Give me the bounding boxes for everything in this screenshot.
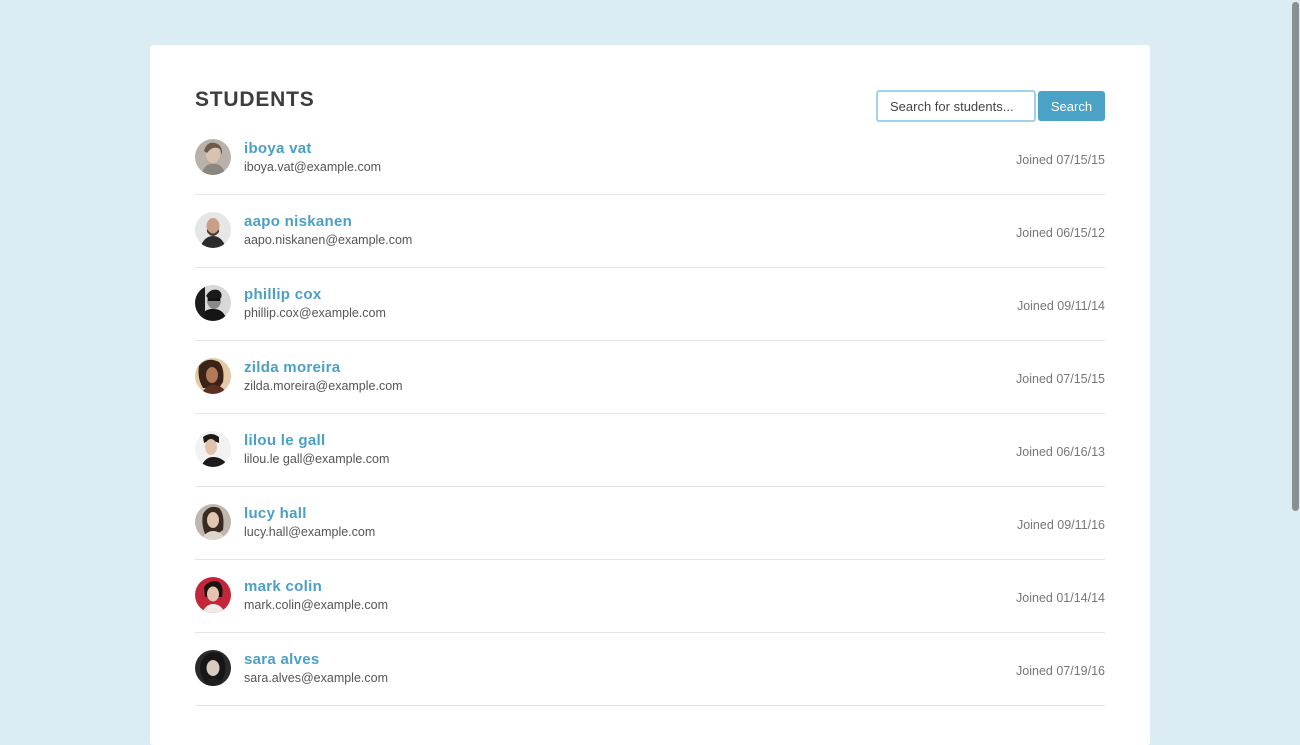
student-avatar	[195, 504, 231, 540]
joined-date: Joined 01/14/14	[1016, 591, 1105, 605]
student-row: mark colin mark.colin@example.com Joined…	[195, 560, 1105, 633]
student-avatar	[195, 212, 231, 248]
student-avatar	[195, 577, 231, 613]
student-email: lilou.le gall@example.com	[244, 452, 390, 466]
student-email: phillip.cox@example.com	[244, 306, 386, 320]
student-row: zilda moreira zilda.moreira@example.com …	[195, 341, 1105, 414]
student-list: iboya vat iboya.vat@example.com Joined 0…	[195, 122, 1105, 706]
student-email: iboya.vat@example.com	[244, 160, 382, 174]
student-row: lucy hall lucy.hall@example.com Joined 0…	[195, 487, 1105, 560]
page-title: STUDENTS	[195, 88, 315, 111]
student-avatar	[195, 139, 231, 175]
joined-date: Joined 09/11/16	[1016, 518, 1105, 532]
joined-date: Joined 06/15/12	[1016, 226, 1105, 240]
joined-date: Joined 07/19/16	[1016, 664, 1105, 678]
page-scrollbar[interactable]	[1288, 0, 1300, 711]
student-name[interactable]: aapo niskanen	[244, 213, 352, 230]
student-email: aapo.niskanen@example.com	[244, 233, 413, 247]
student-name[interactable]: zilda moreira	[244, 359, 340, 376]
student-avatar	[195, 358, 231, 394]
student-row: lilou le gall lilou.le gall@example.com …	[195, 414, 1105, 487]
student-name[interactable]: mark colin	[244, 578, 322, 595]
student-row: iboya vat iboya.vat@example.com Joined 0…	[195, 122, 1105, 195]
scrollbar-thumb[interactable]	[1292, 2, 1299, 511]
student-email: mark.colin@example.com	[244, 598, 388, 612]
student-row: aapo niskanen aapo.niskanen@example.com …	[195, 195, 1105, 268]
student-name[interactable]: phillip cox	[244, 286, 321, 303]
student-name[interactable]: sara alves	[244, 651, 320, 668]
student-email: lucy.hall@example.com	[244, 525, 376, 539]
search-button[interactable]: Search	[1038, 91, 1105, 121]
student-email: zilda.moreira@example.com	[244, 379, 403, 393]
joined-date: Joined 06/16/13	[1016, 445, 1105, 459]
student-avatar	[195, 650, 231, 686]
student-name[interactable]: lilou le gall	[244, 432, 325, 449]
student-email: sara.alves@example.com	[244, 671, 388, 685]
student-name[interactable]: lucy hall	[244, 505, 307, 522]
joined-date: Joined 07/15/15	[1016, 372, 1105, 386]
joined-date: Joined 09/11/14	[1016, 299, 1105, 313]
student-name[interactable]: iboya vat	[244, 140, 312, 157]
student-row: phillip cox phillip.cox@example.com Join…	[195, 268, 1105, 341]
page-header: STUDENTS Search	[195, 88, 1105, 122]
search-input[interactable]	[876, 90, 1036, 122]
student-avatar	[195, 431, 231, 467]
joined-date: Joined 07/15/15	[1016, 153, 1105, 167]
student-row: sara alves sara.alves@example.com Joined…	[195, 633, 1105, 706]
students-page: STUDENTS Search iboya vat iboya.vat@exam…	[150, 45, 1150, 745]
student-avatar	[195, 285, 231, 321]
